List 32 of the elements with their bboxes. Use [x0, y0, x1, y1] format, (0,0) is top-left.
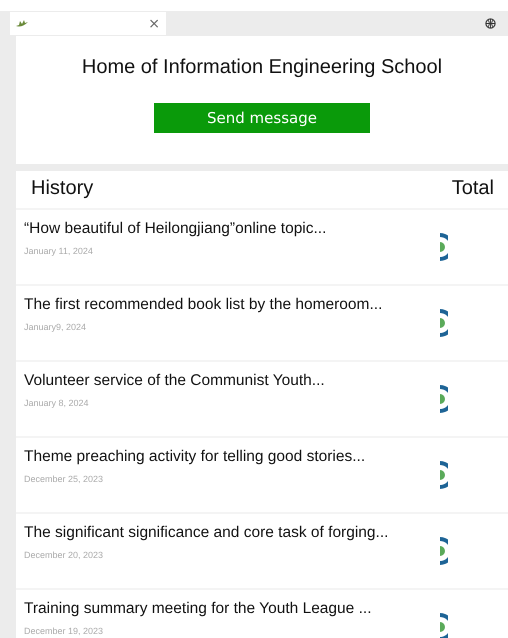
globe-icon[interactable] — [485, 18, 496, 29]
item-date: December 25, 2023 — [24, 474, 104, 484]
total-heading: Total — [452, 177, 494, 200]
item-date: January9, 2024 — [24, 322, 88, 332]
browser-tab[interactable]: × — [10, 12, 166, 35]
close-icon[interactable]: × — [148, 16, 160, 32]
page-title: Home of Information Engineering School — [82, 56, 442, 79]
history-item[interactable]: The significant significance and core task of forging... December 20, 2023 — [16, 514, 508, 590]
emblem-icon — [440, 233, 448, 261]
history-heading: History — [31, 177, 94, 200]
item-title: Theme preaching activity for telling good stories... — [24, 448, 366, 466]
item-date: December 20, 2023 — [24, 550, 104, 560]
emblem-icon — [440, 537, 448, 565]
history-item[interactable]: Training summary meeting for the Youth League ... December 19, 2023 — [16, 590, 508, 638]
item-title: Training summary meeting for the Youth League ... — [24, 600, 372, 618]
item-date: December 19, 2023 — [24, 626, 104, 636]
item-title: “How beautiful of Heilongjiang”online topic... — [24, 220, 326, 238]
history-item[interactable]: The first recommended book list by the homeroom... January9, 2024 — [16, 286, 508, 362]
emblem-icon — [440, 613, 448, 638]
item-title: Volunteer service of the Communist Youth... — [24, 372, 325, 390]
emblem-icon — [440, 309, 448, 337]
history-item[interactable]: “How beautiful of Heilongjiang”online topic... January 11, 2024 — [16, 210, 508, 286]
leaf-icon — [16, 20, 28, 28]
send-message-button[interactable]: Send message — [154, 103, 370, 133]
emblem-icon — [440, 385, 448, 413]
item-date: January 8, 2024 — [24, 398, 90, 408]
emblem-icon — [440, 461, 448, 489]
item-title: The significant significance and core task of forging... — [24, 524, 388, 542]
history-item[interactable]: Volunteer service of the Communist Youth... January 8, 2024 — [16, 362, 508, 438]
item-title: The first recommended book list by the homeroom... — [24, 296, 382, 314]
item-date: January 11, 2024 — [24, 246, 94, 256]
history-item[interactable]: Theme preaching activity for telling good stories... December 25, 2023 — [16, 438, 508, 514]
